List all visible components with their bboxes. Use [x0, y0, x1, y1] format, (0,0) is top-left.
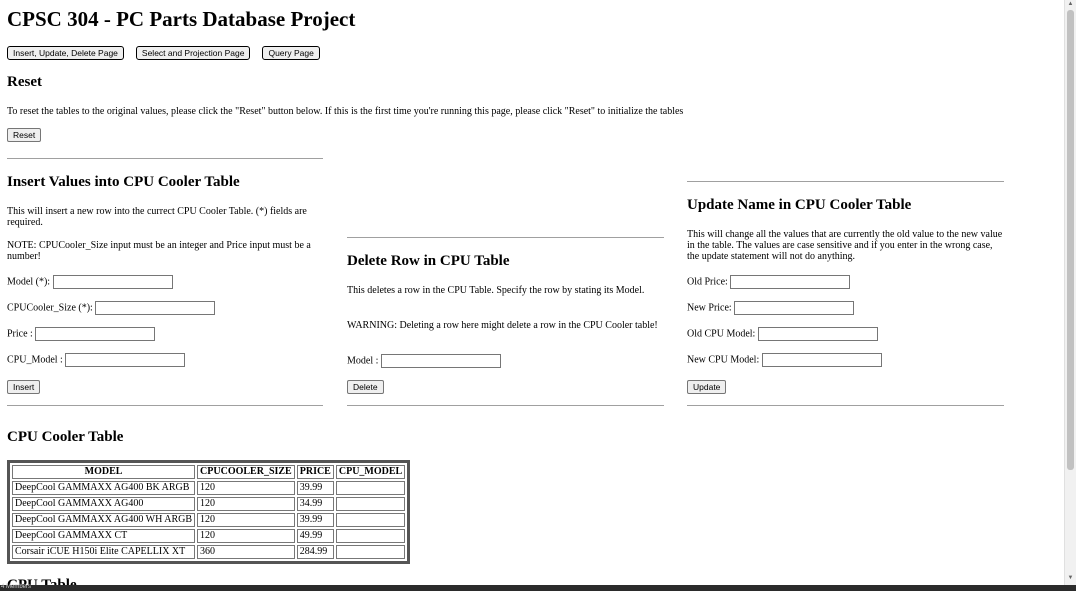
nav-insert-update-delete-button[interactable]: Insert, Update, Delete Page [7, 46, 124, 60]
vertical-scrollbar[interactable]: ▲ ▼ [1064, 0, 1076, 591]
table-row: DeepCool GAMMAXX AG400 120 34.99 [12, 497, 406, 511]
scrollbar-thumb[interactable] [1067, 10, 1074, 470]
delete-heading: Delete Row in CPU Table [347, 253, 510, 269]
cooler-table-heading: CPU Cooler Table [7, 429, 124, 445]
cell-model: Corsair iCUE H150i Elite CAPELLIX XT [12, 545, 196, 559]
column-header-price: PRICE [296, 465, 334, 479]
insert-price-row: Price : [7, 327, 156, 341]
cell-price: 49.99 [296, 529, 334, 543]
insert-model-row: Model (*): [7, 275, 173, 289]
delete-model-input[interactable] [380, 354, 501, 368]
nav-query-button[interactable]: Query Page [262, 46, 320, 60]
insert-size-row: CPUCooler_Size (*): [7, 301, 216, 315]
update-new-price-label: New Price: [687, 302, 732, 314]
taskbar: 4 Members [0, 584, 1076, 591]
update-new-cpu-model-label: New CPU Model: [687, 354, 760, 366]
table-row: DeepCool GAMMAXX AG400 BK ARGB 120 39.99 [12, 481, 406, 495]
cell-size: 120 [197, 481, 295, 495]
delete-model-row: Model : [347, 354, 501, 368]
update-button[interactable]: Update [687, 380, 727, 394]
reset-heading: Reset [7, 74, 42, 90]
insert-divider-top [7, 158, 323, 159]
insert-button[interactable]: Insert [7, 380, 41, 394]
cooler-table: MODEL CPUCOOLER_SIZE PRICE CPU_MODEL Dee… [7, 460, 411, 564]
update-new-cpu-model-row: New CPU Model: [687, 353, 882, 367]
column-header-size: CPUCOOLER_SIZE [197, 465, 295, 479]
insert-size-input[interactable] [95, 301, 216, 315]
cell-model: DeepCool GAMMAXX AG400 [12, 497, 196, 511]
insert-cpu-model-label: CPU_Model : [7, 354, 63, 366]
insert-model-label: Model (*): [7, 276, 51, 288]
page: CPSC 304 - PC Parts Database Project Ins… [7, 0, 1065, 591]
insert-price-label: Price : [7, 328, 33, 340]
scroll-down-arrow-icon[interactable]: ▼ [1065, 574, 1076, 583]
delete-divider-top [347, 237, 664, 238]
page-title: CPSC 304 - PC Parts Database Project [7, 7, 356, 31]
update-old-price-row: Old Price: [687, 275, 851, 289]
table-header-row: MODEL CPUCOOLER_SIZE PRICE CPU_MODEL [12, 465, 406, 479]
insert-size-label: CPUCooler_Size (*): [7, 302, 93, 314]
insert-model-input[interactable] [52, 275, 173, 289]
cell-size: 120 [197, 529, 295, 543]
cell-price: 39.99 [296, 513, 334, 527]
cell-size: 120 [197, 497, 295, 511]
reset-description: To reset the tables to the original valu… [7, 106, 684, 117]
cell-cpu-model [335, 481, 406, 495]
update-old-cpu-model-input[interactable] [757, 327, 878, 341]
cell-price: 34.99 [296, 497, 334, 511]
reset-button[interactable]: Reset [7, 128, 42, 142]
insert-note: NOTE: CPUCooler_Size input must be an in… [7, 240, 311, 262]
delete-model-label: Model : [347, 355, 379, 367]
update-heading: Update Name in CPU Cooler Table [687, 197, 912, 213]
column-header-model: MODEL [12, 465, 196, 479]
update-divider-top [687, 181, 1004, 182]
insert-cpu-model-input[interactable] [65, 353, 186, 367]
cell-size: 120 [197, 513, 295, 527]
cell-cpu-model [335, 497, 406, 511]
nav-bar: Insert, Update, Delete Page Select and P… [7, 46, 320, 60]
update-old-cpu-model-row: Old CPU Model: [687, 327, 878, 341]
cell-cpu-model [335, 545, 406, 559]
insert-heading: Insert Values into CPU Cooler Table [7, 174, 240, 190]
column-header-cpu-model: CPU_MODEL [335, 465, 406, 479]
delete-button[interactable]: Delete [347, 380, 384, 394]
table-row: DeepCool GAMMAXX AG400 WH ARGB 120 39.99 [12, 513, 406, 527]
cell-model: DeepCool GAMMAXX AG400 WH ARGB [12, 513, 196, 527]
nav-select-projection-button[interactable]: Select and Projection Page [135, 46, 251, 60]
taskbar-label: 4 Members [1, 584, 32, 590]
table-row: Corsair iCUE H150i Elite CAPELLIX XT 360… [12, 545, 406, 559]
insert-description: This will insert a new row into the curr… [7, 206, 307, 228]
delete-warning: WARNING: Deleting a row here might delet… [347, 320, 658, 331]
update-description: This will change all the values that are… [687, 229, 1003, 262]
insert-divider-bottom [7, 405, 323, 406]
delete-divider-bottom [347, 405, 664, 406]
cell-model: DeepCool GAMMAXX CT [12, 529, 196, 543]
delete-description: This deletes a row in the CPU Table. Spe… [347, 285, 645, 296]
update-new-cpu-model-input[interactable] [761, 353, 882, 367]
cell-model: DeepCool GAMMAXX AG400 BK ARGB [12, 481, 196, 495]
table-row: DeepCool GAMMAXX CT 120 49.99 [12, 529, 406, 543]
update-old-price-input[interactable] [730, 275, 851, 289]
cell-size: 360 [197, 545, 295, 559]
insert-price-input[interactable] [35, 327, 156, 341]
cell-cpu-model [335, 513, 406, 527]
update-divider-bottom [687, 405, 1004, 406]
cell-price: 39.99 [296, 481, 334, 495]
update-new-price-input[interactable] [734, 301, 855, 315]
cell-cpu-model [335, 529, 406, 543]
update-old-cpu-model-label: Old CPU Model: [687, 328, 756, 340]
cell-price: 284.99 [296, 545, 334, 559]
update-new-price-row: New Price: [687, 301, 855, 315]
insert-cpu-model-row: CPU_Model : [7, 353, 186, 367]
update-old-price-label: Old Price: [687, 276, 728, 288]
scroll-up-arrow-icon[interactable]: ▲ [1065, 0, 1076, 9]
